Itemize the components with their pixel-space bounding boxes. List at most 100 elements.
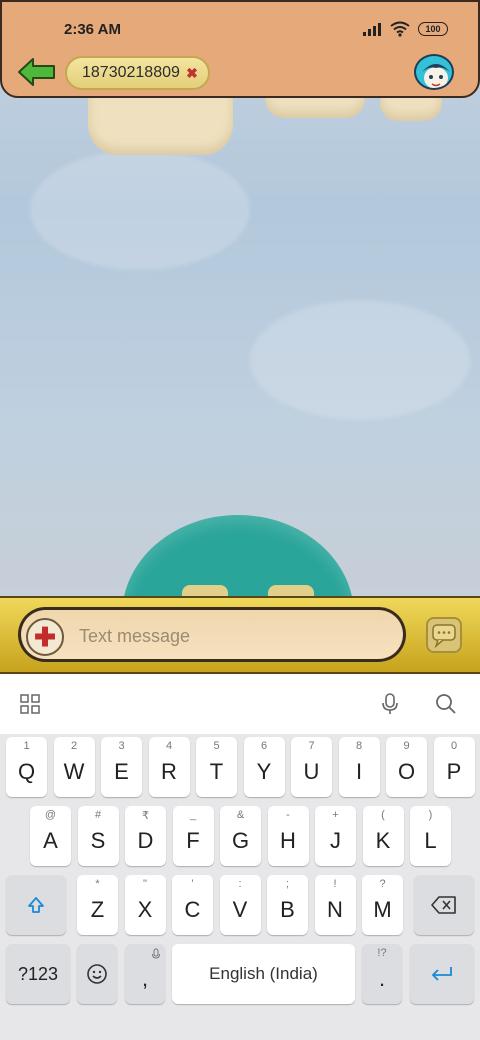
key-hint: ; — [285, 878, 290, 890]
key-hint: 8 — [355, 740, 363, 752]
microphone-icon[interactable] — [380, 692, 400, 716]
soft-keyboard: 1Q2W3E4R5T6Y7U8I9O0P @ A # S ₹ D _ F & G - H + J(K) L … — [0, 734, 480, 1040]
key-hint: 0 — [450, 740, 458, 752]
key-label: U — [303, 759, 320, 784]
microphone-hint-icon — [152, 948, 160, 959]
key-hint: ₹ — [142, 810, 149, 822]
key-hint: ' — [191, 878, 194, 890]
key-hint: ) — [428, 809, 433, 821]
key-label: Q — [17, 759, 36, 784]
key-label: X — [137, 897, 153, 922]
clay-dome — [122, 515, 354, 596]
background-haze — [30, 150, 250, 270]
key-k[interactable]: (K — [362, 806, 404, 866]
key-label: P — [446, 759, 462, 784]
key-hint: + — [332, 809, 339, 821]
key-hint: - — [286, 809, 290, 821]
avatar-icon — [422, 64, 450, 88]
key-hint: 5 — [213, 740, 220, 752]
shift-key[interactable] — [6, 875, 66, 935]
key-label: L — [424, 828, 437, 853]
send-button[interactable] — [426, 617, 462, 653]
key-a[interactable]: @ A — [30, 806, 71, 866]
key-z[interactable]: * Z — [77, 875, 118, 935]
comma-key[interactable]: , — [125, 944, 165, 1004]
key-hint: _ — [189, 809, 197, 821]
key-label: M — [373, 897, 392, 922]
period-hint: !? — [377, 947, 387, 959]
key-y[interactable]: 6Y — [243, 737, 285, 797]
key-t[interactable]: 5T — [196, 737, 237, 797]
key-hint: 2 — [70, 740, 78, 752]
recipient-chip[interactable]: 18730218809 ✖ — [65, 56, 210, 90]
back-button[interactable] — [16, 56, 58, 88]
enter-key[interactable] — [410, 944, 474, 1004]
key-label: C — [184, 897, 201, 922]
key-label: V — [232, 897, 248, 922]
key-n[interactable]: ! N — [314, 875, 356, 935]
apps-grid-icon[interactable] — [20, 694, 40, 714]
attach-button[interactable]: ✚ — [26, 618, 64, 656]
key-hint: & — [236, 809, 245, 821]
key-q[interactable]: 1Q — [6, 737, 47, 797]
key-label: S — [90, 828, 106, 853]
message-bubble-icon — [432, 624, 456, 649]
battery-icon: 100 — [418, 22, 448, 36]
wifi-icon — [390, 21, 410, 37]
comma-label: , — [141, 966, 149, 991]
key-p[interactable]: 0P — [433, 737, 475, 797]
enter-arrow-icon — [431, 967, 452, 981]
signal-icon — [363, 23, 381, 36]
key-label: O — [397, 759, 416, 784]
key-label: J — [330, 828, 341, 853]
key-hint: 3 — [118, 740, 125, 752]
key-l[interactable]: ) L — [410, 806, 451, 866]
keyboard-toolbar — [0, 674, 480, 734]
key-label: K — [375, 828, 391, 853]
key-g[interactable]: & G — [220, 806, 261, 866]
emoji-icon — [87, 964, 107, 984]
key-b[interactable]: ; B — [267, 875, 308, 935]
message-input[interactable]: ✚ Text message — [21, 610, 403, 659]
key-label: Y — [256, 759, 272, 784]
key-label: T — [209, 759, 224, 784]
status-icons: 100 — [362, 21, 448, 37]
contact-avatar[interactable] — [414, 54, 454, 90]
key-j[interactable]: + J — [315, 806, 356, 866]
key-x[interactable]: " X — [124, 875, 166, 935]
key-h[interactable]: -H — [267, 806, 309, 866]
background-haze — [250, 300, 470, 420]
key-label: W — [63, 759, 85, 784]
key-d[interactable]: ₹ D — [125, 806, 166, 866]
key-r[interactable]: 4R — [148, 737, 190, 797]
key-e[interactable]: 3E — [101, 737, 142, 797]
key-m[interactable]: ? M — [362, 875, 403, 935]
period-key[interactable]: !? . — [362, 944, 402, 1004]
emoji-key[interactable] — [77, 944, 117, 1004]
key-o[interactable]: 9O — [386, 737, 427, 797]
space-key[interactable]: English (India) — [172, 944, 355, 1004]
key-label: H — [280, 828, 296, 853]
clay-dome-detail — [268, 585, 314, 596]
backspace-key[interactable] — [414, 875, 474, 935]
remove-recipient-icon[interactable]: ✖ — [186, 65, 198, 82]
key-s[interactable]: # S — [77, 806, 119, 866]
key-u[interactable]: 7U — [291, 737, 332, 797]
search-icon[interactable] — [435, 693, 457, 715]
key-hint: 9 — [403, 740, 410, 752]
key-hint: * — [95, 878, 100, 890]
key-w[interactable]: 2W — [53, 737, 95, 797]
key-label: A — [43, 828, 58, 853]
key-label: N — [327, 897, 343, 922]
message-placeholder: Text message — [79, 626, 191, 646]
shift-arrow-icon — [28, 897, 44, 913]
key-c[interactable]: ' C — [172, 875, 213, 935]
message-input-frame: ✚ Text message — [18, 607, 406, 662]
key-v[interactable]: :V — [219, 875, 261, 935]
symbols-key[interactable]: ?123 — [6, 944, 70, 1004]
key-hint: 7 — [308, 740, 315, 752]
key-f[interactable]: _ F — [172, 806, 214, 866]
plus-icon: ✚ — [34, 622, 56, 652]
key-hint: 6 — [260, 740, 268, 752]
key-i[interactable]: 8I — [338, 737, 380, 797]
